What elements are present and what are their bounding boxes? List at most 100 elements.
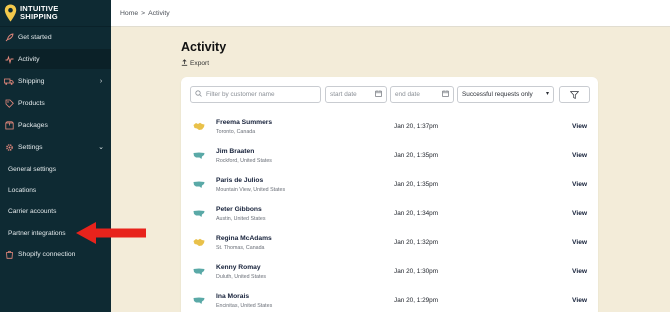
customer-name: Jim Braaten xyxy=(216,148,255,155)
sidebar-subitem-label: Carrier accounts xyxy=(8,207,57,215)
breadcrumb-home-link[interactable]: Home xyxy=(120,10,138,17)
sidebar-subitem-carrier-accounts[interactable]: Carrier accounts xyxy=(0,201,111,221)
location-pin-icon xyxy=(4,4,17,21)
usa-map-icon xyxy=(193,268,205,275)
filter-button[interactable] xyxy=(559,86,590,103)
sidebar-item-shopify-connection[interactable]: Shopify connection xyxy=(0,244,111,264)
activity-row[interactable]: Peter Gibbons Austin, United States Jan … xyxy=(181,200,598,229)
sidebar-item-label: Products xyxy=(18,99,45,107)
sidebar: INTUITIVE SHIPPING Get started Activity … xyxy=(0,0,111,312)
request-date: Jan 20, 1:29pm xyxy=(394,297,439,304)
sidebar-item-activity[interactable]: Activity xyxy=(0,49,111,69)
status-select-value: Successful requests only xyxy=(462,91,533,98)
canada-map-icon xyxy=(193,122,205,130)
breadcrumb: Home > Activity xyxy=(111,0,670,27)
calendar-icon xyxy=(442,90,449,99)
sidebar-item-label: Shipping xyxy=(18,77,45,85)
customer-name: Peter Gibbons xyxy=(216,206,262,213)
request-date: Jan 20, 1:34pm xyxy=(394,210,439,217)
customer-name: Kenny Romay xyxy=(216,264,261,271)
status-select[interactable]: Successful requests only ▾ xyxy=(457,86,554,103)
customer-location: Mountain View, United States xyxy=(216,187,286,193)
customer-name: Ina Morais xyxy=(216,293,250,300)
view-link[interactable]: View xyxy=(572,123,587,130)
breadcrumb-current: Activity xyxy=(148,9,170,17)
sidebar-item-label: Packages xyxy=(18,121,48,129)
sidebar-item-label: Activity xyxy=(18,55,40,63)
usa-map-icon xyxy=(193,210,205,217)
customer-location: Rockford, United States xyxy=(216,158,272,164)
usa-map-icon xyxy=(193,181,205,188)
funnel-icon xyxy=(570,90,579,99)
tag-icon xyxy=(4,98,14,108)
customer-name: Regina McAdams xyxy=(216,235,272,242)
sidebar-item-settings[interactable]: Settings ⌄ xyxy=(0,137,111,157)
request-date: Jan 20, 1:30pm xyxy=(394,268,439,275)
start-date-placeholder: start date xyxy=(330,91,357,98)
gear-icon xyxy=(4,142,14,152)
end-date-field[interactable]: end date xyxy=(390,86,454,103)
customer-location: Encinitas, United States xyxy=(216,303,273,309)
view-link[interactable]: View xyxy=(572,210,587,217)
truck-icon xyxy=(4,76,14,86)
brand-line-2: SHIPPING xyxy=(20,12,58,21)
export-label: Export xyxy=(190,60,210,67)
box-icon xyxy=(4,120,14,130)
activity-row[interactable]: Jim Braaten Rockford, United States Jan … xyxy=(181,142,598,171)
view-link[interactable]: View xyxy=(572,181,587,188)
sidebar-item-label: Get started xyxy=(18,33,52,41)
sidebar-item-products[interactable]: Products xyxy=(0,93,111,113)
calendar-icon xyxy=(375,90,382,99)
customer-location: Austin, United States xyxy=(216,216,266,222)
view-link[interactable]: View xyxy=(572,152,587,159)
customer-location: St. Thomas, Canada xyxy=(216,245,265,251)
request-date: Jan 20, 1:32pm xyxy=(394,239,439,246)
chevron-down-icon: ⌄ xyxy=(98,144,104,151)
customer-name: Paris de Julios xyxy=(216,177,264,184)
activity-icon xyxy=(4,54,14,64)
export-icon xyxy=(181,59,188,68)
customer-location: Toronto, Canada xyxy=(216,129,256,135)
shopify-icon xyxy=(4,249,14,259)
activity-row[interactable]: Paris de Julios Mountain View, United St… xyxy=(181,171,598,200)
search-placeholder: Filter by customer name xyxy=(206,91,275,98)
rocket-icon xyxy=(4,32,14,42)
sidebar-subitem-label: General settings xyxy=(8,165,57,173)
activity-row[interactable]: Ina Morais Encinitas, United States Jan … xyxy=(181,287,598,312)
sidebar-subitem-label: Partner integrations xyxy=(8,229,66,237)
brand-logo[interactable]: INTUITIVE SHIPPING xyxy=(0,0,111,27)
sidebar-item-packages[interactable]: Packages xyxy=(0,115,111,135)
customer-name: Freema Summers xyxy=(216,119,273,126)
request-date: Jan 20, 1:35pm xyxy=(394,152,439,159)
usa-map-icon xyxy=(193,297,205,304)
sidebar-subitem-locations[interactable]: Locations xyxy=(0,180,111,200)
activity-row[interactable]: Kenny Romay Duluth, United States Jan 20… xyxy=(181,258,598,287)
red-arrow-annotation xyxy=(76,222,146,244)
brand-name: INTUITIVE SHIPPING xyxy=(20,5,59,21)
start-date-field[interactable]: start date xyxy=(325,86,387,103)
sidebar-item-get-started[interactable]: Get started xyxy=(0,27,111,47)
activity-row[interactable]: Regina McAdams St. Thomas, Canada Jan 20… xyxy=(181,229,598,258)
view-link[interactable]: View xyxy=(572,297,587,304)
activity-row[interactable]: Freema Summers Toronto, Canada Jan 20, 1… xyxy=(181,113,598,142)
export-button[interactable]: Export xyxy=(181,59,209,68)
sidebar-item-shipping[interactable]: Shipping › xyxy=(0,71,111,91)
sidebar-item-label: Settings xyxy=(18,143,43,151)
sidebar-item-label: Shopify connection xyxy=(18,250,76,258)
sidebar-subitem-general-settings[interactable]: General settings xyxy=(0,159,111,179)
request-date: Jan 20, 1:35pm xyxy=(394,181,439,188)
request-date: Jan 20, 1:37pm xyxy=(394,123,439,130)
view-link[interactable]: View xyxy=(572,239,587,246)
chevron-down-icon: ▾ xyxy=(545,91,549,97)
chevron-right-icon: › xyxy=(99,77,103,85)
page-title: Activity xyxy=(181,40,227,54)
usa-map-icon xyxy=(193,152,205,159)
customer-search-input[interactable]: Filter by customer name xyxy=(190,86,321,103)
view-link[interactable]: View xyxy=(572,268,587,275)
customer-location: Duluth, United States xyxy=(216,274,267,280)
sidebar-subitem-label: Locations xyxy=(8,186,37,194)
activity-card: Filter by customer name start date end d… xyxy=(181,77,598,312)
canada-map-icon xyxy=(193,238,205,246)
end-date-placeholder: end date xyxy=(395,91,420,98)
search-icon xyxy=(195,90,202,99)
